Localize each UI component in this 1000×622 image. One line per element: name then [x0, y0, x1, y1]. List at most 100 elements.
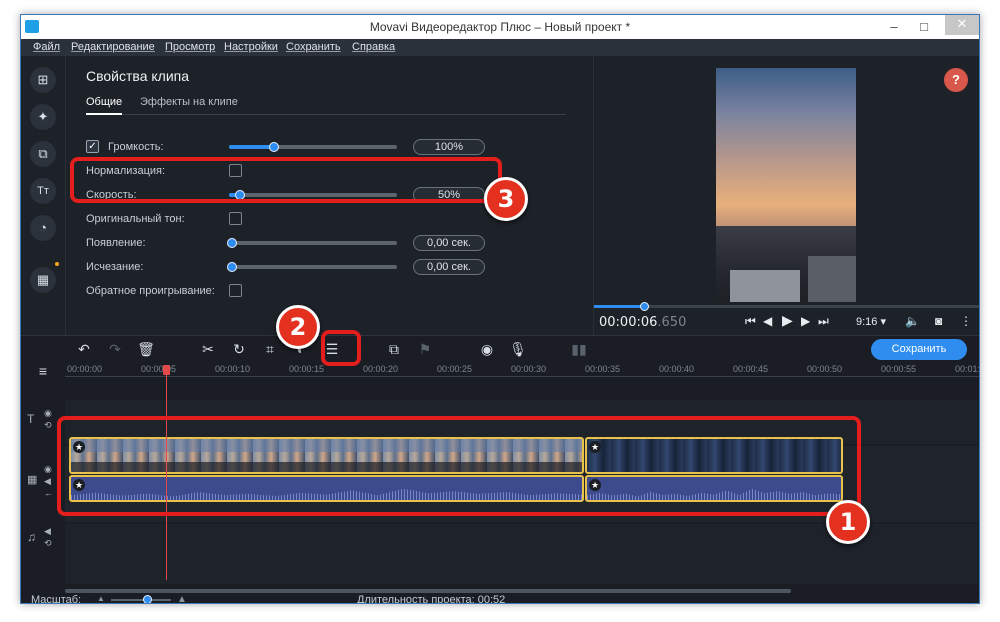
rotate-icon[interactable]: ↻ — [230, 340, 248, 358]
import-icon[interactable]: ⊞ — [30, 67, 56, 93]
ruler-tick: 00:00:10 — [215, 364, 251, 374]
playback-progress-bar[interactable] — [594, 302, 979, 311]
zoom-out-icon[interactable]: ▲ — [97, 594, 105, 603]
stickers-icon[interactable]: ◔ — [30, 215, 56, 241]
redo-icon[interactable]: ↷ — [106, 340, 124, 358]
music-track-header: ♫ ◀ ⟲ — [21, 526, 65, 566]
annotation-badge-2: 2 — [276, 305, 320, 349]
volume-icon[interactable]: 🔈 — [905, 314, 920, 328]
tab-clip-effects[interactable]: Эффекты на клипе — [140, 96, 238, 108]
cut-icon[interactable]: ✂ — [199, 340, 217, 358]
snapshot-icon[interactable]: ◙ — [935, 314, 942, 328]
fade-in-value[interactable]: 0,00 сек. — [413, 235, 485, 251]
title-bar: Movavi Видеоредактор Плюс – Новый проект… — [21, 15, 979, 39]
player-controls: 00:00:06.650 ⏮ ◀ ▶ ▶ ⏭ 9:16 ▾ 🔈 ◙ ⋮ — [593, 302, 979, 335]
menu-edit[interactable]: Редактирование — [71, 41, 155, 53]
menu-settings[interactable]: Настройки — [224, 41, 278, 53]
project-duration: Длительность проекта: 00:52 — [357, 594, 506, 604]
ruler-tick: 00:00:20 — [363, 364, 399, 374]
more-options-icon[interactable]: ⋮ — [960, 314, 972, 328]
ruler-tick: 00:00:05 — [141, 364, 177, 374]
tab-general[interactable]: Общие — [86, 96, 122, 108]
notification-dot — [55, 262, 59, 266]
playback-time: 00:00:06.650 — [599, 315, 686, 330]
close-button[interactable]: ✕ — [945, 15, 979, 35]
ruler-tick: 00:00:15 — [289, 364, 325, 374]
crop-icon[interactable]: ⌗ — [261, 340, 279, 358]
fade-out-value[interactable]: 0,00 сек. — [413, 259, 485, 275]
menu-save[interactable]: Сохранить — [286, 41, 341, 53]
titles-icon[interactable]: Tт — [30, 178, 56, 204]
menu-help[interactable]: Справка — [352, 41, 395, 53]
next-frame-icon[interactable]: ▶ — [801, 314, 810, 328]
save-button[interactable]: Сохранить — [871, 339, 967, 360]
webcam-icon[interactable]: ◉ — [478, 340, 496, 358]
fade-out-slider[interactable] — [227, 262, 397, 272]
annotation-badge-1: 1 — [826, 500, 870, 544]
ruler-tick: 00:00:45 — [733, 364, 769, 374]
microphone-icon[interactable]: 🎙 — [509, 340, 527, 358]
zoom-label: Масштаб: — [31, 594, 82, 604]
go-to-start-icon[interactable]: ⏮ — [745, 314, 756, 329]
minimize-button[interactable]: – — [881, 18, 907, 36]
menu-bar: Файл Редактирование Просмотр Настройки С… — [21, 39, 979, 56]
magic-wand-icon[interactable]: ✦ — [30, 104, 56, 130]
link-icon[interactable]: ⟲ — [44, 420, 52, 431]
annotation-box-properties-button — [321, 330, 361, 366]
ruler-tick: 00:00:25 — [437, 364, 473, 374]
delete-icon[interactable]: 🗑 — [137, 340, 155, 358]
ruler-tick: 00:00:30 — [511, 364, 547, 374]
undo-icon[interactable]: ↶ — [75, 340, 93, 358]
fade-in-slider[interactable] — [227, 238, 397, 248]
aspect-ratio-select[interactable]: 9:16 ▾ — [856, 315, 886, 328]
reverse-checkbox[interactable] — [229, 284, 242, 297]
original-pitch-checkbox[interactable] — [229, 212, 242, 225]
window-title: Movavi Видеоредактор Плюс – Новый проект… — [369, 20, 631, 34]
aspect-ratio-value: 9:16 — [856, 316, 878, 328]
annotation-box-clips — [57, 416, 861, 516]
transitions-icon[interactable]: ⧉ — [30, 141, 56, 167]
time-main: 00:00:06 — [599, 315, 658, 330]
status-bar: Масштаб: ▲ ▲ Длительность проекта: 00:52 — [21, 594, 979, 604]
fade-in-label: Появление: — [86, 237, 146, 249]
eye-icon[interactable]: ◉ — [44, 464, 52, 475]
time-ms: .650 — [657, 315, 687, 330]
timeline-scrollbar[interactable] — [65, 589, 791, 593]
timeline-ruler[interactable]: 00:00:00 00:00:05 00:00:10 00:00:15 00:0… — [65, 362, 979, 380]
eye-icon[interactable]: ◉ — [44, 408, 52, 419]
fade-out-label: Исчезание: — [86, 261, 144, 273]
link-icon[interactable]: ⟲ — [44, 538, 52, 549]
speaker-icon[interactable]: ◀ — [44, 476, 51, 487]
volume-slider-knob[interactable] — [269, 142, 279, 152]
fade-out-slider-knob[interactable] — [227, 262, 237, 272]
menu-file[interactable]: Файл — [33, 41, 60, 53]
maximize-button[interactable]: □ — [911, 18, 937, 36]
volume-checkbox[interactable]: ✓ — [86, 140, 99, 153]
zoom-slider[interactable] — [111, 595, 171, 603]
ruler-baseline — [65, 376, 979, 377]
speaker-icon[interactable]: ◀ — [44, 526, 51, 537]
annotation-box-speed — [70, 157, 502, 203]
playback-progress-knob[interactable] — [640, 302, 649, 311]
fade-in-slider-knob[interactable] — [227, 238, 237, 248]
playback-progress-fill — [594, 305, 644, 308]
volume-slider[interactable] — [229, 142, 397, 152]
split-view-icon[interactable]: ▮▮ — [570, 340, 588, 358]
play-icon[interactable]: ▶ — [782, 312, 793, 329]
ruler-tick: 00:00:55 — [881, 364, 917, 374]
reverse-label: Обратное проигрывание: — [86, 285, 215, 297]
unlink-icon[interactable]: ← — [44, 488, 53, 498]
menu-view[interactable]: Просмотр — [165, 41, 215, 53]
volume-slider-fill — [229, 145, 274, 149]
add-track-icon[interactable]: ≡ — [34, 362, 52, 380]
media-icon[interactable]: ⧉ — [385, 340, 403, 358]
volume-value[interactable]: 100% — [413, 139, 485, 155]
go-to-end-icon[interactable]: ⏭ — [818, 314, 829, 329]
marker-flag-icon[interactable]: ⚑ — [416, 340, 434, 358]
annotation-badge-3: 3 — [484, 177, 528, 221]
zoom-in-icon[interactable]: ▲ — [177, 594, 187, 603]
more-tools-icon[interactable]: ▦ — [30, 267, 56, 293]
help-button[interactable]: ? — [944, 68, 968, 92]
previous-frame-icon[interactable]: ◀ — [763, 314, 772, 328]
zoom-slider-knob[interactable] — [143, 595, 152, 603]
